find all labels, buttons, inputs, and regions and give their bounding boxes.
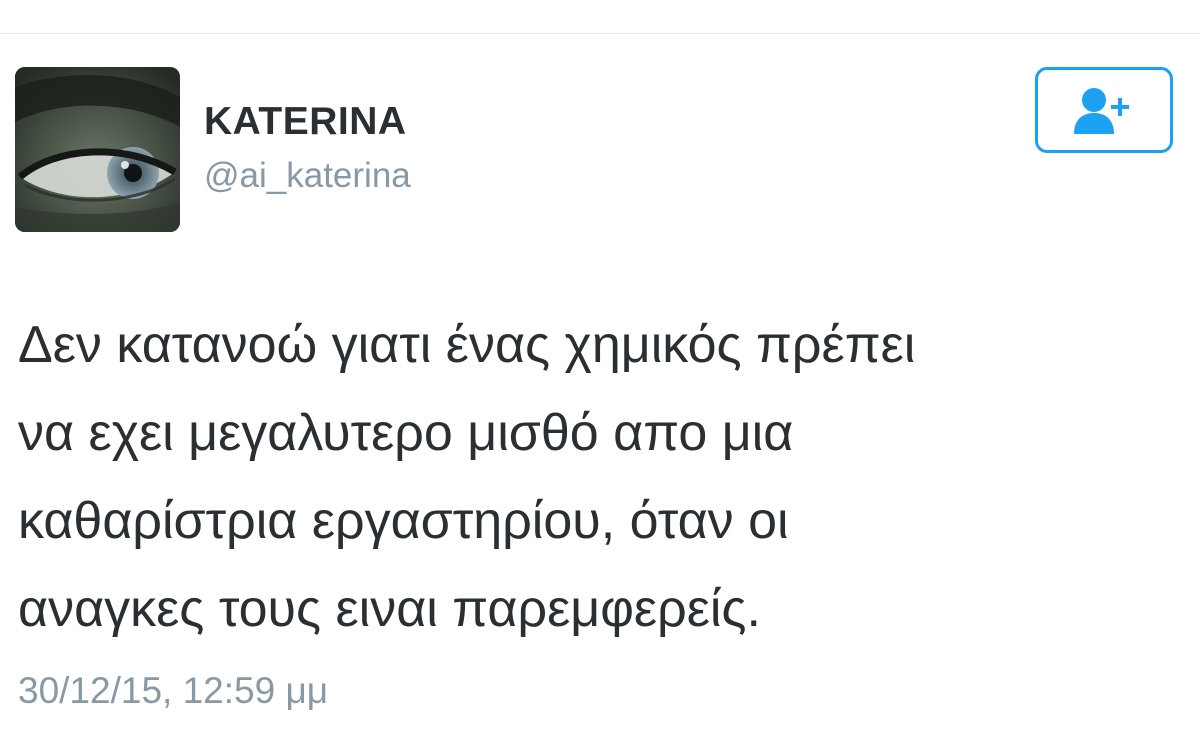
follow-button[interactable] [1035,67,1173,153]
avatar[interactable] [15,67,180,232]
tweet-text-line: να εχει μεγαλυτερο μισθό απο μια [18,404,794,462]
tweet-timestamp[interactable]: 30/12/15, 12:59 μμ [18,670,328,712]
follow-user-icon [1074,88,1129,134]
tweet-text-line: Δεν κατανοώ γιατι ένας χημικός πρέπει [18,316,916,374]
tweet-text: Δεν κατανοώ γιατι ένας χημικός πρέπει να… [18,301,1188,653]
tweet-card: KATERINA @ai_katerina Δεν κατανοώ γιατι … [0,34,1200,750]
user-handle[interactable]: @ai_katerina [204,156,411,196]
tweet-text-line: αναγκες τους ειναι παρεμφερείς. [18,580,761,638]
tweet-text-line: καθαρίστρια εργαστηρίου, όταν οι [18,492,789,550]
avatar-eye-image [15,67,180,232]
display-name[interactable]: KATERINA [204,100,407,144]
